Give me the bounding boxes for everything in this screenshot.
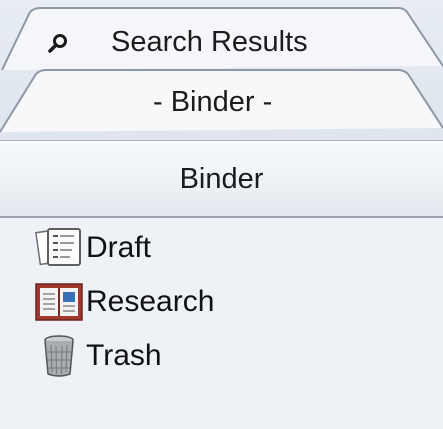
tree-item-trash[interactable]: Trash xyxy=(34,334,162,378)
binder-header[interactable]: Binder xyxy=(0,140,443,218)
binder-header-title: Binder xyxy=(179,163,264,195)
tab-binder-label: - Binder - xyxy=(153,86,273,118)
tree-item-draft-label: Draft xyxy=(86,231,152,264)
draft-document-icon xyxy=(34,226,84,270)
tree-item-trash-label: Trash xyxy=(86,339,162,372)
binder-tree: Draft Research Trash xyxy=(0,218,443,429)
tree-item-draft[interactable]: Draft xyxy=(34,226,151,270)
trash-bin-icon xyxy=(34,334,84,378)
tree-item-research[interactable]: Research xyxy=(34,280,214,324)
tab-search-results-label: Search Results xyxy=(111,26,308,58)
binder-panel: Search Results - Binder - Binder Draft R… xyxy=(0,0,443,429)
tab-shapes xyxy=(0,7,443,133)
search-icon xyxy=(48,34,67,53)
tree-item-research-label: Research xyxy=(86,285,215,318)
research-book-icon xyxy=(34,280,84,324)
tab-strip: Search Results - Binder - xyxy=(0,0,443,140)
